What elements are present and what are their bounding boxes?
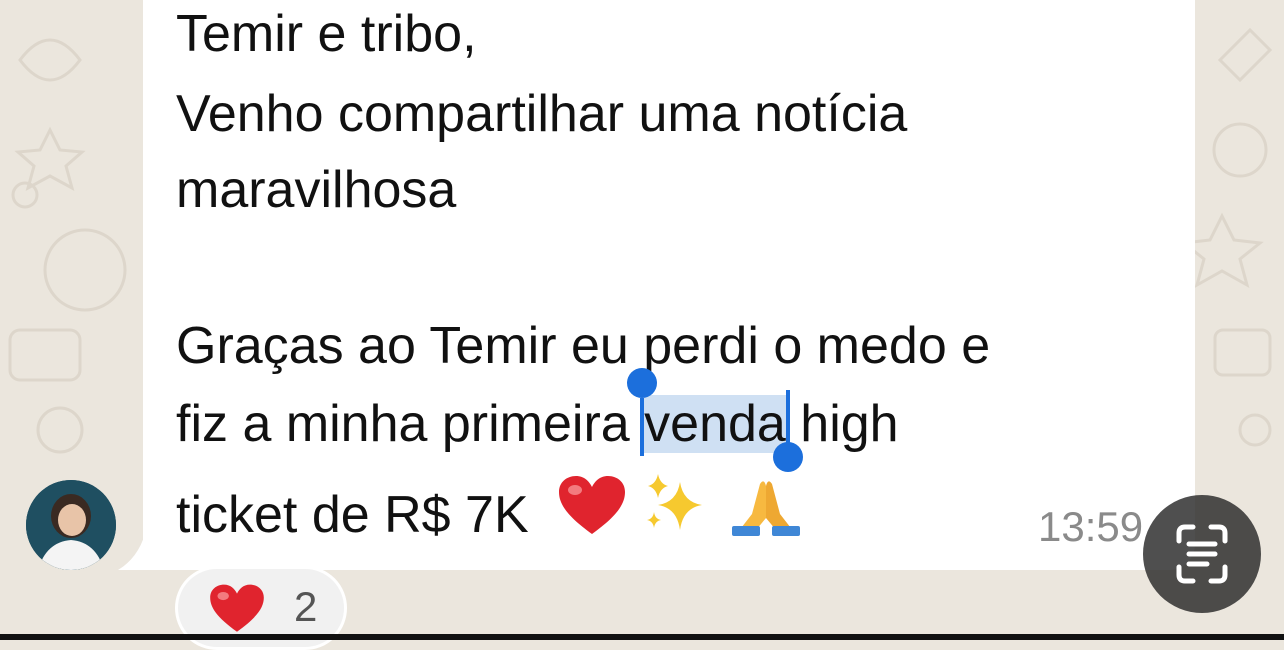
- selection-start-handle[interactable]: [627, 368, 658, 398]
- heart-icon: [210, 584, 264, 632]
- heart-icon: [559, 476, 626, 534]
- sparkles-icon: [646, 474, 702, 530]
- selection-end-handle[interactable]: [772, 442, 803, 472]
- avatar-photo: [26, 480, 116, 570]
- selection-end-handle-bar: [785, 390, 790, 448]
- text-selection[interactable]: venda: [627, 368, 803, 472]
- selection-start-handle-bar: [640, 398, 645, 456]
- message-line-4: Graças ao Temir eu perdi o medo e: [176, 317, 991, 375]
- selected-text: venda: [644, 395, 786, 453]
- message-timestamp: 13:59: [1038, 503, 1144, 550]
- line-5-after: high: [785, 395, 899, 453]
- live-text-scan-icon: [1176, 524, 1228, 584]
- line-6-text: ticket de R$ 7K: [176, 486, 529, 544]
- folded-hands-icon: [731, 481, 800, 536]
- line-5-before: fiz a minha primeira: [176, 395, 645, 453]
- message-line-3: maravilhosa: [176, 161, 457, 219]
- message-line-2: Venho compartilhar uma notícia: [176, 85, 908, 143]
- reaction-count: 2: [294, 583, 318, 630]
- sender-avatar[interactable]: [26, 480, 116, 570]
- message-line-1: Temir e tribo,: [176, 5, 477, 63]
- screen-bottom-edge: [0, 634, 1284, 640]
- message-line-6: ticket de R$ 7K: [176, 472, 804, 545]
- live-text-button[interactable]: [1143, 495, 1261, 613]
- message-line-5: fiz a minha primeira venda high: [176, 368, 899, 472]
